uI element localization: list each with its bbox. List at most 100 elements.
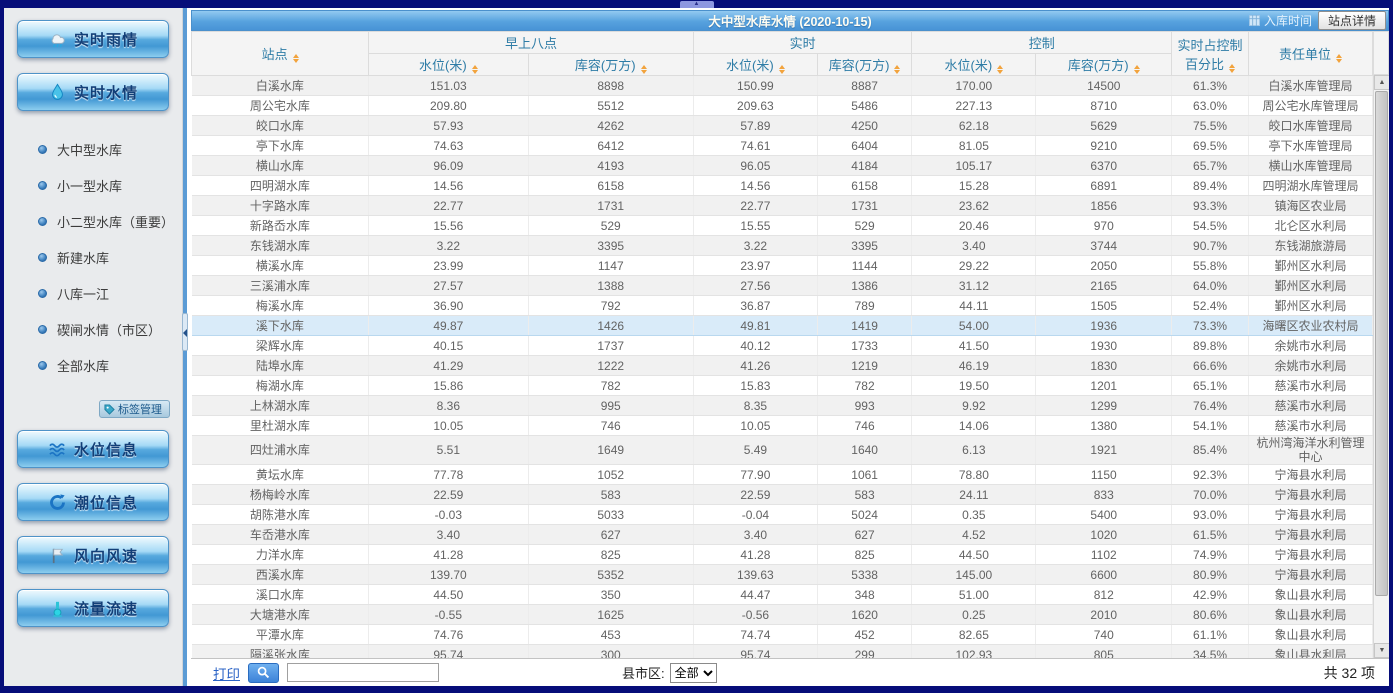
value-cell: 627 — [528, 525, 693, 545]
bullet-icon — [38, 361, 47, 370]
table-row[interactable]: 胡陈港水库-0.035033-0.0450240.35540093.0%宁海县水… — [192, 505, 1373, 525]
column-header-level[interactable]: 水位(米) — [912, 54, 1036, 76]
table-row[interactable]: 梅湖水库15.8678215.8378219.50120165.1%慈溪市水利局 — [192, 376, 1373, 396]
table-row[interactable]: 陆埠水库41.29122241.26121946.19183066.6%余姚市水… — [192, 356, 1373, 376]
station-name-cell: 四灶浦水库 — [192, 436, 369, 465]
panel-splitter[interactable] — [183, 8, 187, 686]
print-link[interactable]: 打印 — [213, 663, 240, 683]
sidebar-button-水位信息[interactable]: 水位信息 — [17, 430, 169, 468]
table-row[interactable]: 梅溪水库36.9079236.8778944.11150552.4%鄞州区水利局 — [192, 296, 1373, 316]
sidebar-button-流量流速[interactable]: 流量流速 — [17, 589, 169, 627]
table-row[interactable]: 周公宅水库209.805512209.635486227.13871063.0%… — [192, 96, 1373, 116]
station-name-cell: 亭下水库 — [192, 136, 369, 156]
app-window: ▲ 实时雨情实时水情 大中型水库小一型水库小二型水库（重要） 新建水库八库一江碶闸… — [0, 0, 1393, 693]
bullet-icon — [38, 145, 47, 154]
tag-manage-button[interactable]: 标签管理 — [99, 400, 170, 418]
column-header-level[interactable]: 水位(米) — [693, 54, 817, 76]
search-button[interactable] — [248, 663, 279, 683]
column-header-capacity[interactable]: 库容(万方) — [817, 54, 911, 76]
collapse-top-handle[interactable]: ▲ — [680, 1, 714, 8]
table-row[interactable]: 上林湖水库8.369958.359939.92129976.4%慈溪市水利局 — [192, 396, 1373, 416]
percent-cell: 93.0% — [1172, 505, 1249, 525]
value-cell: 1380 — [1036, 416, 1172, 436]
sidebar-item-八库一江[interactable]: 八库一江 — [38, 284, 182, 303]
table-row[interactable]: 大塘港水库-0.551625-0.5616200.25201080.6%象山县水… — [192, 605, 1373, 625]
value-cell: 5.49 — [693, 436, 817, 465]
table-row[interactable]: 四灶浦水库5.5116495.4916406.13192185.4%杭州湾海洋水… — [192, 436, 1373, 465]
table-row[interactable]: 力洋水库41.2882541.2882544.50110274.9%宁海县水利局 — [192, 545, 1373, 565]
table-row[interactable]: 西溪水库139.705352139.635338145.00660080.9%宁… — [192, 565, 1373, 585]
station-name-cell: 胡陈港水库 — [192, 505, 369, 525]
column-header-capacity[interactable]: 库容(万方) — [528, 54, 693, 76]
table-row[interactable]: 梁辉水库40.15173740.12173341.50193089.8%余姚市水… — [192, 336, 1373, 356]
table-row[interactable]: 三溪浦水库27.57138827.56138631.12216564.0%鄞州区… — [192, 276, 1373, 296]
sidebar-button-风向风速[interactable]: 风向风速 — [17, 536, 169, 574]
sort-icon — [1229, 64, 1235, 73]
menu-item-label: 大中型水库 — [57, 140, 122, 159]
table-row[interactable]: 十字路水库22.77173122.77173123.62185693.3%镇海区… — [192, 196, 1373, 216]
table-row[interactable]: 东钱湖水库3.2233953.2233953.40374490.7%东钱湖旅游局 — [192, 236, 1373, 256]
sidebar-button-潮位信息[interactable]: 潮位信息 — [17, 483, 169, 521]
value-cell: 96.05 — [693, 156, 817, 176]
value-cell: 8710 — [1036, 96, 1172, 116]
table-viewport: 站点 早上八点 实时 控制 实时占控制百分比 责任单位 — [191, 31, 1389, 658]
sub-header-label: 水位(米) — [419, 58, 467, 73]
sidebar-item-碶闸水情（市区）[interactable]: 碶闸水情（市区） — [38, 320, 182, 339]
unit-cell: 鄞州区水利局 — [1248, 296, 1372, 316]
station-name-cell: 陆埠水库 — [192, 356, 369, 376]
value-cell: 3.22 — [693, 236, 817, 256]
vertical-scrollbar[interactable]: ▲ ▼ — [1373, 75, 1389, 658]
value-cell: 300 — [528, 645, 693, 659]
value-cell: 529 — [528, 216, 693, 236]
table-row[interactable]: 黄坛水库77.78105277.90106178.80115092.3%宁海县水… — [192, 465, 1373, 485]
table-row[interactable]: 亭下水库74.63641274.61640481.05921069.5%亭下水库… — [192, 136, 1373, 156]
sidebar-button-实时水情[interactable]: 实时水情 — [17, 73, 169, 111]
value-cell: -0.56 — [693, 605, 817, 625]
sort-icon — [997, 65, 1003, 74]
sidebar-item-新建水库[interactable]: 新建水库 — [38, 248, 182, 267]
column-header-level[interactable]: 水位(米) — [369, 54, 528, 76]
sidebar-item-大中型水库[interactable]: 大中型水库 — [38, 140, 182, 159]
table-row[interactable]: 横溪水库23.99114723.97114429.22205055.8%鄞州区水… — [192, 256, 1373, 276]
sidebar-item-小一型水库[interactable]: 小一型水库 — [38, 176, 182, 195]
table-row[interactable]: 里杜湖水库10.0574610.0574614.06138054.1%慈溪市水利… — [192, 416, 1373, 436]
value-cell: 44.47 — [693, 585, 817, 605]
region-select[interactable]: 全部 — [670, 663, 717, 683]
scroll-down-button[interactable]: ▼ — [1374, 643, 1389, 658]
value-cell: 627 — [817, 525, 911, 545]
table-row[interactable]: 溪口水库44.5035044.4734851.0081242.9%象山县水利局 — [192, 585, 1373, 605]
table-row[interactable]: 溪下水库49.87142649.81141954.00193673.3%海曙区农… — [192, 316, 1373, 336]
unit-cell: 余姚市水利局 — [1248, 356, 1372, 376]
column-header-capacity[interactable]: 库容(万方) — [1036, 54, 1172, 76]
value-cell: 1052 — [528, 465, 693, 485]
search-input[interactable] — [287, 663, 439, 682]
value-cell: 9.92 — [912, 396, 1036, 416]
table-row[interactable]: 隔溪张水库95.7430095.74299102.9380534.5%象山县水利… — [192, 645, 1373, 659]
station-detail-button[interactable]: 站点详情 — [1318, 11, 1386, 30]
scrollbar-thumb[interactable] — [1375, 91, 1388, 596]
content-area: 实时雨情实时水情 大中型水库小一型水库小二型水库（重要） 新建水库八库一江碶闸水情… — [4, 8, 1389, 686]
scroll-up-button[interactable]: ▲ — [1374, 75, 1389, 90]
sidebar-button-实时雨情[interactable]: 实时雨情 — [17, 20, 169, 58]
column-header-percent[interactable]: 实时占控制百分比 — [1172, 32, 1249, 76]
value-cell: 1426 — [528, 316, 693, 336]
table-row[interactable]: 白溪水库151.038898150.998887170.001450061.3%… — [192, 76, 1373, 96]
table-row[interactable]: 新路岙水库15.5652915.5552920.4697054.5%北仑区水利局 — [192, 216, 1373, 236]
table-row[interactable]: 横山水库96.09419396.054184105.17637065.7%横山水… — [192, 156, 1373, 176]
table-row[interactable]: 皎口水库57.93426257.89425062.18562975.5%皎口水库… — [192, 116, 1373, 136]
table-row[interactable]: 杨梅岭水库22.5958322.5958324.1183370.0%宁海县水利局 — [192, 485, 1373, 505]
column-header-unit[interactable]: 责任单位 — [1248, 32, 1372, 76]
table-row[interactable]: 平潭水库74.7645374.7445282.6574061.1%象山县水利局 — [192, 625, 1373, 645]
value-cell: 5338 — [817, 565, 911, 585]
sidebar-item-全部水库[interactable]: 全部水库 — [38, 356, 182, 375]
value-cell: 24.11 — [912, 485, 1036, 505]
intime-toggle[interactable]: 入库时间 — [1249, 12, 1312, 29]
splitter-collapse-handle[interactable] — [182, 313, 188, 351]
table-row[interactable]: 四明湖水库14.56615814.56615815.28689189.4%四明湖… — [192, 176, 1373, 196]
column-header-station[interactable]: 站点 — [192, 32, 369, 76]
value-cell: 57.89 — [693, 116, 817, 136]
value-cell: 6600 — [1036, 565, 1172, 585]
station-name-cell: 梅湖水库 — [192, 376, 369, 396]
sidebar-item-小二型水库（重要）[interactable]: 小二型水库（重要） — [38, 212, 182, 231]
table-row[interactable]: 车岙港水库3.406273.406274.52102061.5%宁海县水利局 — [192, 525, 1373, 545]
